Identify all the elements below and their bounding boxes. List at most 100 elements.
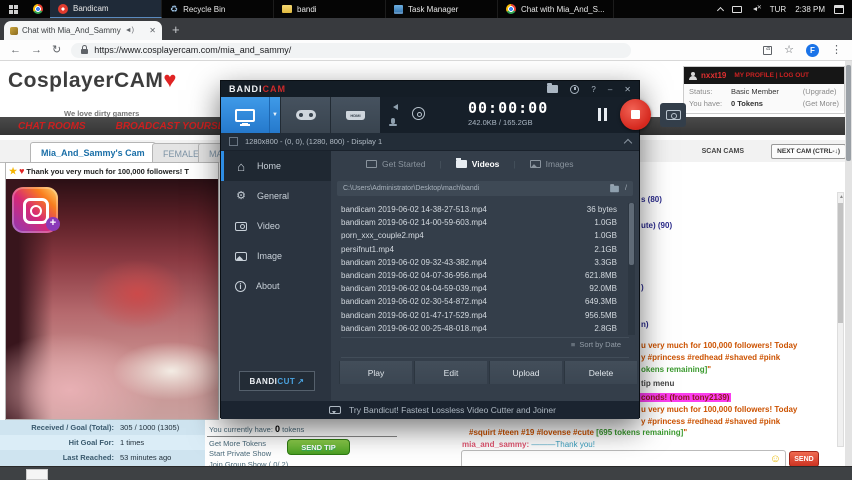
tab-videos[interactable]: Videos (456, 159, 500, 169)
instagram-follow-plus-icon[interactable]: + (46, 217, 60, 231)
capture-target-bar[interactable]: 1280x800 - (0, 0), (1280, 800) - Display… (221, 133, 639, 151)
file-row[interactable]: bandicam 2019-06-02 09-32-43-382.mp43.3G… (331, 256, 627, 269)
address-bar[interactable]: https://www.cosplayercam.com/mia_and_sam… (71, 43, 631, 58)
profile-logout-links[interactable]: MY PROFILE | LOG OUT (734, 72, 809, 79)
site-logo[interactable]: CosplayerCAM♥ (8, 67, 177, 93)
reload-button[interactable]: ↻ (52, 45, 61, 56)
next-cam-button[interactable]: NEXT CAM (CTRL-↓) (771, 144, 846, 159)
chat-scrollbar[interactable]: ▲ (837, 192, 844, 447)
file-list-scrollbar[interactable] (628, 203, 635, 335)
profile-avatar[interactable]: F (806, 44, 819, 57)
network-icon[interactable] (732, 6, 742, 13)
scroll-up-icon[interactable]: ▲ (839, 194, 844, 200)
bandicut-button[interactable]: BANDICUT↗ (239, 371, 315, 391)
start-button[interactable] (0, 0, 26, 18)
volume-muted-icon[interactable] (751, 5, 761, 13)
file-row[interactable]: bandicam 2019-06-02 14-00-59-603.mp41.0G… (331, 216, 627, 229)
gear-icon (235, 190, 247, 202)
pause-button[interactable] (598, 108, 608, 121)
sidebar-item[interactable]: Home (221, 151, 331, 181)
tray-language[interactable]: TUR (770, 5, 786, 14)
tab-images[interactable]: Images (530, 159, 574, 169)
collapse-chevron-icon[interactable] (624, 139, 632, 147)
cam-video[interactable]: + (6, 179, 218, 419)
close-icon[interactable]: ✕ (624, 85, 631, 94)
output-path-bar[interactable]: C:\Users\Administrator\Desktop\mach\band… (337, 181, 633, 196)
file-row[interactable]: bandicam 2019-06-02 04-04-59-039.mp492.0… (331, 282, 627, 295)
chat-scrollbar-thumb[interactable] (838, 203, 843, 323)
nav-item[interactable]: CHAT ROOMS (18, 121, 86, 132)
sidebar-item[interactable]: About (221, 271, 331, 301)
webcam-icon[interactable] (412, 107, 425, 120)
help-icon[interactable]: ? (591, 85, 595, 94)
tray-clock[interactable]: 2:38 PM (795, 5, 825, 14)
screenshot-button[interactable] (660, 103, 686, 127)
forward-button[interactable]: → (31, 45, 42, 56)
open-folder-icon[interactable] (547, 85, 558, 93)
toolbar-right: ☆ F ⋮ (763, 44, 842, 57)
new-tab-button[interactable]: + (172, 22, 180, 37)
action-button[interactable]: Delete (564, 361, 637, 384)
upgrade-link[interactable]: (Upgrade) (803, 87, 839, 96)
tray-expand-icon[interactable] (717, 6, 724, 13)
emoji-icon[interactable]: ☺ (770, 453, 781, 465)
taskbar-item[interactable]: Recycle Bin (162, 0, 274, 18)
page-scrollbar[interactable] (845, 61, 852, 466)
mode-dropdown-button[interactable]: ▼ (269, 97, 280, 133)
sidebar-item[interactable]: Video (221, 211, 331, 241)
chat-send-button[interactable]: SEND (789, 451, 819, 467)
minimize-icon[interactable]: – (608, 85, 612, 94)
tip-menu-link[interactable]: tip menu (641, 379, 674, 388)
action-button[interactable]: Edit (414, 361, 487, 384)
file-row[interactable]: bandicam 2019-06-02 04-07-36-956.mp4621.… (331, 269, 627, 282)
microphone-icon[interactable] (391, 118, 395, 124)
get-more-link[interactable]: (Get More) (803, 99, 839, 108)
taskbar-chrome-button[interactable] (26, 0, 50, 18)
page-scrollbar-thumb[interactable] (846, 65, 851, 161)
record-stop-button[interactable] (620, 99, 651, 130)
sidebar-item[interactable]: General (221, 181, 331, 211)
send-tip-button[interactable]: SEND TIP (287, 439, 350, 455)
sidebar-item[interactable]: Image (221, 241, 331, 271)
bookmark-star-icon[interactable]: ☆ (784, 45, 794, 56)
taskbar-item[interactable]: Bandicam (50, 0, 162, 18)
target-checkbox[interactable] (229, 137, 238, 146)
browser-tab[interactable]: Chat with Mia_And_Sammy ◄) ✕ (4, 21, 162, 40)
bandicam-titlebar[interactable]: BANDICAM ? – ✕ (221, 81, 639, 97)
tab-audio-icon[interactable]: ◄) (125, 27, 134, 34)
browser-menu-icon[interactable]: ⋮ (831, 45, 842, 56)
file-list-scrollbar-thumb[interactable] (629, 203, 634, 265)
browse-folder-icon[interactable] (610, 185, 619, 191)
file-row[interactable]: bandicam 2019-06-02 14-38-27-513.mp436 b… (331, 203, 627, 216)
scan-cams-link[interactable]: SCAN CAMS (702, 148, 744, 155)
sort-control[interactable]: ≡Sort by Date (571, 340, 621, 349)
speaker-icon[interactable] (390, 104, 398, 110)
bandicam-statusbar[interactable]: Try Bandicut! Fastest Lossless Video Cut… (221, 401, 639, 419)
file-size: 649.3MB (585, 297, 617, 306)
file-row[interactable]: bandicam 2019-06-02 02-30-54-872.mp4649.… (331, 295, 627, 308)
notification-center-icon[interactable] (834, 5, 844, 14)
file-row[interactable]: bandicam 2019-06-02 00-25-48-018.mp42.8G… (331, 322, 627, 335)
nav-item[interactable]: BROADCAST YOURSELF (116, 121, 237, 132)
action-button[interactable]: Upload (489, 361, 562, 384)
stat-label: Received / Goal (Total): (0, 423, 114, 432)
file-row[interactable]: porn_xxx_couple2.mp41.0GB (331, 229, 627, 242)
file-row[interactable]: bandicam 2019-06-02 01-47-17-529.mp4956.… (331, 309, 627, 322)
bandicam-icon (58, 4, 68, 14)
file-row[interactable]: persifnut1.mp42.1GB (331, 243, 627, 256)
translate-icon[interactable] (763, 46, 772, 55)
game-recording-mode-button[interactable] (280, 97, 330, 133)
username[interactable]: nxxt19 (701, 71, 726, 80)
tab-get-started[interactable]: Get Started (366, 159, 425, 169)
action-button[interactable]: Play (339, 361, 412, 384)
tab-cam[interactable]: Mia_And_Sammy's Cam (30, 142, 156, 163)
back-button[interactable]: ← (10, 45, 21, 56)
taskbar-item[interactable]: bandi (274, 0, 386, 18)
screen-recording-mode-button[interactable] (221, 97, 269, 133)
secure-lock-icon[interactable] (81, 49, 88, 54)
tab-close-icon[interactable]: ✕ (149, 26, 156, 35)
device-recording-mode-button[interactable]: HDMI (330, 97, 380, 133)
taskbar-item[interactable]: Task Manager (386, 0, 498, 18)
taskbar-item[interactable]: Chat with Mia_And_S... (498, 0, 614, 18)
schedule-icon[interactable] (570, 85, 579, 94)
